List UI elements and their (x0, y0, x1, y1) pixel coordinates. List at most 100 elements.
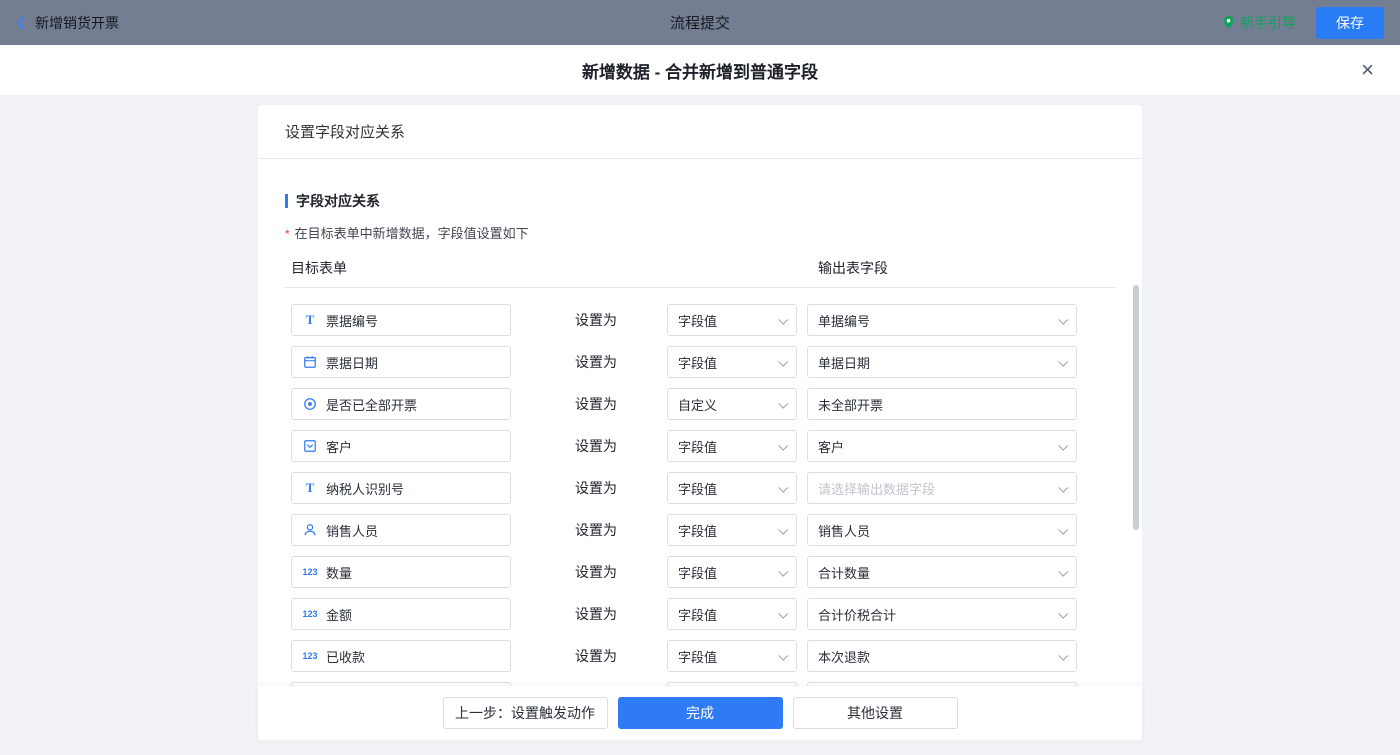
column-header-output-fields: 输出表字段 (818, 258, 888, 278)
set-as-label: 设置为 (575, 352, 619, 372)
field-mapping-row: 123 已收款 设置为 字段值 本次退款 (291, 640, 1142, 672)
guide-label: 新手引导 (1240, 13, 1296, 33)
close-icon[interactable]: × (1361, 59, 1374, 81)
chevron-down-icon (1058, 524, 1068, 534)
output-field-select[interactable]: 合计数量 (807, 556, 1077, 588)
value-mode-value: 字段值 (678, 563, 717, 582)
topbar: 新增销货开票 流程提交 新手引导 保存 (0, 0, 1400, 45)
target-field-label: 票据编号 (326, 311, 378, 330)
done-button[interactable]: 完成 (618, 697, 783, 729)
chevron-down-icon (778, 566, 788, 576)
output-field-value: 客户 (818, 437, 844, 456)
select-icon (302, 439, 318, 453)
value-mode-value: 字段值 (678, 311, 717, 330)
chevron-down-icon (778, 398, 788, 408)
output-field-value: 请选择输出数据字段 (818, 479, 935, 498)
value-mode-select[interactable]: 自定义 (667, 388, 797, 420)
header-divider (285, 287, 1115, 288)
field-mapping-row: T 票据编号 设置为 字段值 单据编号 (291, 304, 1142, 336)
save-button[interactable]: 保存 (1316, 7, 1384, 39)
value-mode-value: 字段值 (678, 521, 717, 540)
value-mode-select[interactable]: 字段值 (667, 472, 797, 504)
section-hint: *在目标表单中新增数据，字段值设置如下 (285, 223, 1142, 242)
set-as-label: 设置为 (575, 436, 619, 456)
value-mode-select[interactable]: 字段值 (667, 304, 797, 336)
chevron-down-icon (778, 440, 788, 450)
target-field-label: 是否已全部开票 (326, 395, 417, 414)
target-field-label: 客户 (326, 437, 352, 456)
card-header: 设置字段对应关系 (258, 105, 1142, 159)
output-field-select[interactable]: 销售人员 (807, 514, 1077, 546)
target-field-box[interactable]: 123 已收款 (291, 640, 511, 672)
value-mode-select[interactable]: 字段值 (667, 640, 797, 672)
output-field-select[interactable]: 本次退款 (807, 640, 1077, 672)
dialog-titlebar: 新增数据 - 合并新增到普通字段 × (0, 45, 1400, 95)
chevron-down-icon (1058, 440, 1068, 450)
target-field-box[interactable]: T 票据编号 (291, 304, 511, 336)
target-field-box[interactable]: T 纳税人识别号 (291, 472, 511, 504)
output-field-value: 未全部开票 (818, 395, 883, 414)
output-field-select[interactable]: 未全部开票 (807, 388, 1077, 420)
output-field-value: 合计数量 (818, 563, 870, 582)
column-headers: 目标表单 输出表字段 (258, 258, 1142, 278)
target-field-label: 纳税人识别号 (326, 479, 404, 498)
prev-step-button[interactable]: 上一步：设置触发动作 (443, 697, 608, 729)
output-field-select[interactable]: 合计价税合计 (807, 598, 1077, 630)
target-field-box[interactable]: 票据日期 (291, 346, 511, 378)
target-field-box[interactable]: 123 数量 (291, 556, 511, 588)
value-mode-value: 字段值 (678, 353, 717, 372)
back-button[interactable]: 新增销货开票 (16, 13, 119, 33)
value-mode-select[interactable]: 字段值 (667, 514, 797, 546)
target-field-box[interactable]: 是否已全部开票 (291, 388, 511, 420)
page-title: 流程提交 (670, 12, 730, 33)
output-field-value: 本次退款 (818, 647, 870, 666)
target-field-label: 金额 (326, 605, 352, 624)
value-mode-select[interactable]: 字段值 (667, 598, 797, 630)
column-header-target-form: 目标表单 (291, 258, 347, 278)
output-field-value: 单据日期 (818, 353, 870, 372)
target-field-box[interactable]: 销售人员 (291, 514, 511, 546)
target-field-label: 数量 (326, 563, 352, 582)
output-field-select[interactable]: 单据编号 (807, 304, 1077, 336)
guide-button[interactable]: 新手引导 (1222, 13, 1296, 33)
text-icon: T (302, 312, 318, 328)
field-mapping-row: T 纳税人识别号 设置为 字段值 请选择输出数据字段 (291, 472, 1142, 504)
value-mode-select[interactable]: 字段值 (667, 556, 797, 588)
back-label: 新增销货开票 (35, 13, 119, 33)
value-mode-select[interactable]: 字段值 (667, 346, 797, 378)
value-mode-value: 自定义 (678, 395, 717, 414)
target-field-box[interactable]: 123 金额 (291, 598, 511, 630)
target-field-label: 销售人员 (326, 521, 378, 540)
set-as-label: 设置为 (575, 520, 619, 540)
chevron-down-icon (1058, 482, 1068, 492)
card-footer: 上一步：设置触发动作 完成 其他设置 (258, 686, 1142, 740)
output-field-select[interactable]: 客户 (807, 430, 1077, 462)
chevron-down-icon (778, 356, 788, 366)
radio-icon (302, 397, 318, 411)
location-pin-icon (1222, 15, 1235, 30)
value-mode-value: 字段值 (678, 437, 717, 456)
target-field-box[interactable]: 客户 (291, 430, 511, 462)
chevron-down-icon (778, 314, 788, 324)
dialog-content: 设置字段对应关系 字段对应关系 *在目标表单中新增数据，字段值设置如下 目标表单… (0, 95, 1400, 755)
other-settings-button[interactable]: 其他设置 (793, 697, 958, 729)
output-field-select[interactable]: 单据日期 (807, 346, 1077, 378)
value-mode-value: 字段值 (678, 605, 717, 624)
user-icon (302, 523, 318, 537)
topbar-actions: 新手引导 保存 (1222, 7, 1384, 39)
chevron-left-icon (16, 15, 26, 31)
scrollbar-thumb[interactable] (1133, 285, 1139, 530)
field-mapping-row: 销售人员 设置为 字段值 销售人员 (291, 514, 1142, 546)
number-icon: 123 (302, 609, 318, 619)
output-field-value: 单据编号 (818, 311, 870, 330)
target-field-label: 已收款 (326, 647, 365, 666)
output-field-value: 销售人员 (818, 521, 870, 540)
output-field-select[interactable]: 请选择输出数据字段 (807, 472, 1077, 504)
field-mapping-row: 123 数量 设置为 字段值 合计数量 (291, 556, 1142, 588)
chevron-down-icon (778, 650, 788, 660)
value-mode-select[interactable]: 字段值 (667, 430, 797, 462)
output-field-value: 合计价税合计 (818, 605, 896, 624)
chevron-down-icon (778, 482, 788, 492)
set-as-label: 设置为 (575, 646, 619, 666)
chevron-down-icon (778, 608, 788, 618)
